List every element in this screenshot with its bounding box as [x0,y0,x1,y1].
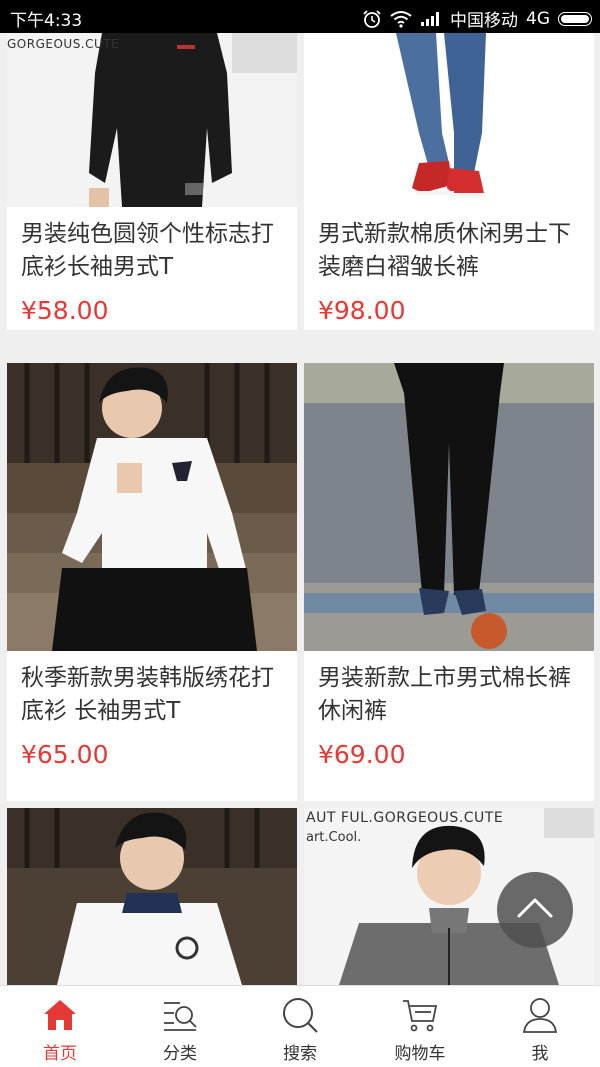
tab-label: 分类 [163,1044,197,1064]
product-image[interactable] [304,33,594,207]
status-time: 下午4:33 [10,11,83,31]
product-title[interactable]: 男装新款上市男式棉长裤休闲裤 [318,662,580,728]
wifi-icon [390,10,412,28]
image-text-gorgeous: GORGEOUS.CUTE [7,37,120,51]
tab-cart[interactable]: 购物车 [360,986,480,1067]
chevron-up-icon [517,898,553,918]
tab-label: 购物车 [394,1044,446,1064]
alarm-icon [363,9,381,28]
product-card[interactable]: 男式新款棉质休闲男士下装磨白褶皱长裤 ¥98.00 [304,33,594,330]
bottom-nav: 首页 分类 搜索 购物车 我 [0,985,600,1067]
product-price: ¥58.00 [21,296,109,325]
image-text-cool: art.Cool. [306,830,362,845]
product-price: ¥98.00 [318,296,406,325]
product-price: ¥65.00 [21,740,109,769]
product-price: ¥69.00 [318,740,406,769]
product-title[interactable]: 秋季新款男装韩版绣花打底衫 长袖男式T [21,662,283,728]
search-icon [283,998,318,1033]
tab-me[interactable]: 我 [480,986,600,1067]
product-title[interactable]: 男式新款棉质休闲男士下装磨白褶皱长裤 [318,218,580,284]
product-title[interactable]: 男装纯色圆领个性标志打底衫长袖男式T [21,218,283,284]
product-image[interactable] [7,808,297,985]
product-image[interactable]: GORGEOUS.CUTE [7,33,297,207]
user-icon [522,998,558,1033]
product-card[interactable]: GORGEOUS.CUTE 男装纯色圆领个性标志打底衫长袖男式T ¥58.00 [7,33,297,330]
tab-label: 我 [531,1044,549,1064]
home-icon [44,1000,76,1030]
carrier-name: 中国移动 [450,11,518,31]
product-card[interactable]: 秋季新款男装韩版绣花打底衫 长袖男式T ¥65.00 [7,363,297,801]
cart-icon [403,1000,438,1032]
category-icon [164,1002,197,1031]
network-type: 4G [526,8,550,29]
battery-icon [558,11,592,26]
tab-search[interactable]: 搜索 [240,986,360,1067]
tab-label: 首页 [43,1044,77,1064]
status-bar: 下午4:33 中国移动 4G [0,0,600,33]
tab-label: 搜索 [283,1044,317,1064]
image-text-gorgeous: AUT FUL.GORGEOUS.CUTE [306,810,504,826]
product-image[interactable] [304,363,594,651]
tab-home[interactable]: 首页 [0,986,120,1067]
back-to-top-button[interactable] [497,872,573,948]
product-card[interactable]: 男装新款上市男式棉长裤休闲裤 ¥69.00 [304,363,594,801]
tab-category[interactable]: 分类 [120,986,240,1067]
signal-icon [421,11,439,26]
product-card[interactable] [7,808,297,985]
product-image[interactable] [7,363,297,651]
product-grid: GORGEOUS.CUTE 男装纯色圆领个性标志打底衫长袖男式T ¥58.00 … [0,33,600,985]
